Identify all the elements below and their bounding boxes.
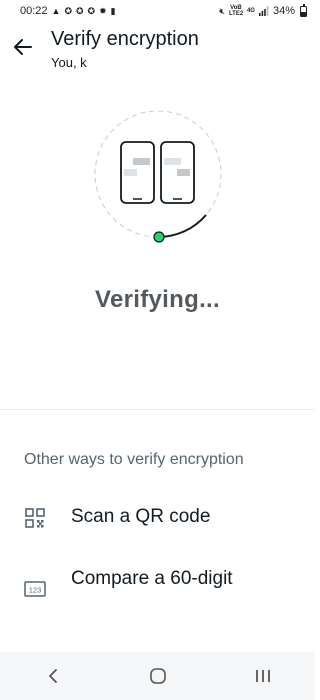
- mute-icon: 🔇︎: [219, 5, 225, 16]
- back-button[interactable]: [8, 32, 38, 62]
- signal-icon: [258, 6, 269, 16]
- nav-back-button[interactable]: [33, 656, 73, 696]
- page-title: Verify encryption: [51, 28, 199, 50]
- phone-right-icon: [160, 141, 195, 204]
- divider: [0, 409, 315, 410]
- phone-left-icon: [120, 141, 155, 204]
- other-ways-title: Other ways to verify encryption: [24, 451, 244, 468]
- progress-dot: [153, 231, 165, 243]
- network-type: 4G: [246, 8, 255, 14]
- app-icon: ✪: [64, 5, 72, 16]
- home-icon: [149, 668, 166, 684]
- progress-arc: [157, 214, 207, 239]
- number-123-text: 123: [29, 586, 42, 595]
- contact-subtitle: You, k: [51, 55, 87, 70]
- app-icon: ✪: [76, 5, 84, 16]
- chevron-left-icon: [48, 669, 57, 683]
- number-123-icon: 123: [24, 578, 46, 600]
- battery-icon: [300, 3, 307, 17]
- recents-icon: [255, 670, 270, 682]
- app-bar: Verify encryption You, k: [0, 22, 315, 74]
- verifying-status: Verifying...: [95, 286, 220, 313]
- scan-qr-code-label: Scan a QR code: [71, 506, 211, 527]
- verify-encryption-screen: 00:22 ▲ ✪ ✪ ✪ ✹ ▮ 🔇︎ VoB LTE2 4G 34% Ver…: [0, 0, 315, 700]
- clipboard-icon: ▮: [110, 5, 116, 16]
- status-time: 00:22: [20, 5, 48, 17]
- status-right: 🔇︎ VoB LTE2 4G 34%: [219, 3, 307, 17]
- alert-icon: ▲: [51, 5, 61, 16]
- network-label: VoB LTE2: [228, 5, 244, 17]
- compare-digits-label: Compare a 60-digit: [71, 568, 233, 589]
- brightness-icon: ✹: [99, 5, 107, 16]
- scan-qr-code-option[interactable]: Scan a QR code: [0, 492, 315, 544]
- app-icon: ✪: [87, 5, 96, 16]
- nav-home-button[interactable]: [138, 656, 178, 696]
- status-left: 00:22 ▲ ✪ ✪ ✪ ✹ ▮: [20, 5, 116, 17]
- verifying-illustration: [94, 110, 222, 243]
- compare-digits-option[interactable]: 123 Compare a 60-digit: [0, 556, 315, 608]
- status-bar: 00:22 ▲ ✪ ✪ ✪ ✹ ▮ 🔇︎ VoB LTE2 4G 34%: [0, 0, 315, 22]
- battery-percent: 34%: [272, 5, 295, 17]
- qr-code-icon: [24, 507, 46, 529]
- nav-recents-button[interactable]: [243, 656, 283, 696]
- system-nav-bar: [0, 652, 315, 700]
- arrow-left-icon: [14, 39, 32, 55]
